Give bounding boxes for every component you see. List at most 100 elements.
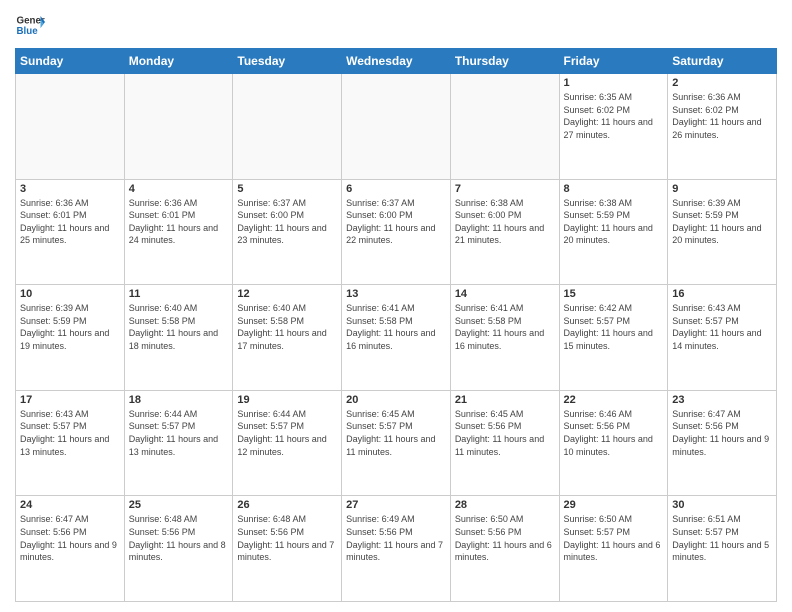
calendar-cell: 30 Sunrise: 6:51 AM Sunset: 5:57 PM Dayli…	[668, 496, 777, 602]
calendar-cell: 10 Sunrise: 6:39 AM Sunset: 5:59 PM Dayli…	[16, 285, 125, 391]
day-info: Sunrise: 6:36 AM Sunset: 6:01 PM Dayligh…	[20, 197, 120, 247]
week-row-4: 17 Sunrise: 6:43 AM Sunset: 5:57 PM Dayli…	[16, 390, 777, 496]
calendar-cell	[450, 74, 559, 180]
day-number: 4	[129, 183, 229, 195]
calendar-cell: 19 Sunrise: 6:44 AM Sunset: 5:57 PM Dayli…	[233, 390, 342, 496]
calendar-cell	[124, 74, 233, 180]
day-info: Sunrise: 6:43 AM Sunset: 5:57 PM Dayligh…	[672, 302, 772, 352]
calendar-cell: 7 Sunrise: 6:38 AM Sunset: 6:00 PM Daylig…	[450, 179, 559, 285]
day-info: Sunrise: 6:40 AM Sunset: 5:58 PM Dayligh…	[129, 302, 229, 352]
day-info: Sunrise: 6:48 AM Sunset: 5:56 PM Dayligh…	[129, 513, 229, 563]
day-number: 2	[672, 77, 772, 89]
weekday-header-saturday: Saturday	[668, 49, 777, 74]
day-info: Sunrise: 6:41 AM Sunset: 5:58 PM Dayligh…	[346, 302, 446, 352]
day-number: 29	[564, 499, 664, 511]
calendar-cell	[342, 74, 451, 180]
calendar-cell	[16, 74, 125, 180]
day-info: Sunrise: 6:42 AM Sunset: 5:57 PM Dayligh…	[564, 302, 664, 352]
day-info: Sunrise: 6:51 AM Sunset: 5:57 PM Dayligh…	[672, 513, 772, 563]
day-number: 5	[237, 183, 337, 195]
day-number: 26	[237, 499, 337, 511]
calendar-cell: 13 Sunrise: 6:41 AM Sunset: 5:58 PM Dayli…	[342, 285, 451, 391]
day-number: 7	[455, 183, 555, 195]
week-row-2: 3 Sunrise: 6:36 AM Sunset: 6:01 PM Daylig…	[16, 179, 777, 285]
day-number: 11	[129, 288, 229, 300]
day-info: Sunrise: 6:43 AM Sunset: 5:57 PM Dayligh…	[20, 408, 120, 458]
day-number: 6	[346, 183, 446, 195]
day-number: 23	[672, 394, 772, 406]
calendar-cell: 6 Sunrise: 6:37 AM Sunset: 6:00 PM Daylig…	[342, 179, 451, 285]
page: General Blue SundayMondayTuesdayWednesda…	[0, 0, 792, 612]
calendar-cell: 17 Sunrise: 6:43 AM Sunset: 5:57 PM Dayli…	[16, 390, 125, 496]
logo-icon: General Blue	[15, 10, 45, 40]
weekday-header-row: SundayMondayTuesdayWednesdayThursdayFrid…	[16, 49, 777, 74]
day-number: 9	[672, 183, 772, 195]
calendar-cell: 16 Sunrise: 6:43 AM Sunset: 5:57 PM Dayli…	[668, 285, 777, 391]
day-number: 13	[346, 288, 446, 300]
day-info: Sunrise: 6:50 AM Sunset: 5:56 PM Dayligh…	[455, 513, 555, 563]
calendar-table: SundayMondayTuesdayWednesdayThursdayFrid…	[15, 48, 777, 602]
day-number: 30	[672, 499, 772, 511]
calendar-cell: 5 Sunrise: 6:37 AM Sunset: 6:00 PM Daylig…	[233, 179, 342, 285]
calendar-cell: 26 Sunrise: 6:48 AM Sunset: 5:56 PM Dayli…	[233, 496, 342, 602]
day-info: Sunrise: 6:39 AM Sunset: 5:59 PM Dayligh…	[20, 302, 120, 352]
weekday-header-thursday: Thursday	[450, 49, 559, 74]
day-number: 19	[237, 394, 337, 406]
day-info: Sunrise: 6:45 AM Sunset: 5:56 PM Dayligh…	[455, 408, 555, 458]
day-info: Sunrise: 6:36 AM Sunset: 6:01 PM Dayligh…	[129, 197, 229, 247]
day-info: Sunrise: 6:47 AM Sunset: 5:56 PM Dayligh…	[20, 513, 120, 563]
calendar-cell: 21 Sunrise: 6:45 AM Sunset: 5:56 PM Dayli…	[450, 390, 559, 496]
day-number: 24	[20, 499, 120, 511]
header: General Blue	[15, 10, 777, 40]
day-number: 27	[346, 499, 446, 511]
day-number: 10	[20, 288, 120, 300]
day-number: 14	[455, 288, 555, 300]
calendar-cell: 18Sunrise: 6:44 AM Sunset: 5:57 PM Dayli…	[124, 390, 233, 496]
day-info: Sunrise: 6:41 AM Sunset: 5:58 PM Dayligh…	[455, 302, 555, 352]
calendar-cell: 23 Sunrise: 6:47 AM Sunset: 5:56 PM Dayli…	[668, 390, 777, 496]
day-number: 8	[564, 183, 664, 195]
day-number: 12	[237, 288, 337, 300]
day-number: 25	[129, 499, 229, 511]
day-info: Sunrise: 6:48 AM Sunset: 5:56 PM Dayligh…	[237, 513, 337, 563]
day-info: Sunrise: 6:49 AM Sunset: 5:56 PM Dayligh…	[346, 513, 446, 563]
calendar-cell: 8 Sunrise: 6:38 AM Sunset: 5:59 PM Daylig…	[559, 179, 668, 285]
weekday-header-tuesday: Tuesday	[233, 49, 342, 74]
week-row-3: 10 Sunrise: 6:39 AM Sunset: 5:59 PM Dayli…	[16, 285, 777, 391]
svg-text:Blue: Blue	[17, 26, 39, 37]
weekday-header-sunday: Sunday	[16, 49, 125, 74]
day-info: Sunrise: 6:37 AM Sunset: 6:00 PM Dayligh…	[237, 197, 337, 247]
calendar-cell: 12 Sunrise: 6:40 AM Sunset: 5:58 PM Dayli…	[233, 285, 342, 391]
week-row-1: 1Sunrise: 6:35 AM Sunset: 6:02 PM Daylig…	[16, 74, 777, 180]
calendar-cell: 11 Sunrise: 6:40 AM Sunset: 5:58 PM Dayli…	[124, 285, 233, 391]
calendar-cell: 20Sunrise: 6:45 AM Sunset: 5:57 PM Dayli…	[342, 390, 451, 496]
day-number: 3	[20, 183, 120, 195]
week-row-5: 24 Sunrise: 6:47 AM Sunset: 5:56 PM Dayli…	[16, 496, 777, 602]
day-info: Sunrise: 6:38 AM Sunset: 5:59 PM Dayligh…	[564, 197, 664, 247]
day-info: Sunrise: 6:40 AM Sunset: 5:58 PM Dayligh…	[237, 302, 337, 352]
day-info: Sunrise: 6:44 AM Sunset: 5:57 PM Dayligh…	[129, 408, 229, 458]
day-number: 21	[455, 394, 555, 406]
day-number: 20	[346, 394, 446, 406]
day-info: Sunrise: 6:50 AM Sunset: 5:57 PM Dayligh…	[564, 513, 664, 563]
day-number: 22	[564, 394, 664, 406]
day-info: Sunrise: 6:39 AM Sunset: 5:59 PM Dayligh…	[672, 197, 772, 247]
day-info: Sunrise: 6:38 AM Sunset: 6:00 PM Dayligh…	[455, 197, 555, 247]
logo: General Blue	[15, 10, 45, 40]
day-number: 16	[672, 288, 772, 300]
calendar-cell: 9 Sunrise: 6:39 AM Sunset: 5:59 PM Daylig…	[668, 179, 777, 285]
day-info: Sunrise: 6:37 AM Sunset: 6:00 PM Dayligh…	[346, 197, 446, 247]
day-number: 15	[564, 288, 664, 300]
day-info: Sunrise: 6:44 AM Sunset: 5:57 PM Dayligh…	[237, 408, 337, 458]
calendar-cell: 24 Sunrise: 6:47 AM Sunset: 5:56 PM Dayli…	[16, 496, 125, 602]
calendar-cell: 2Sunrise: 6:36 AM Sunset: 6:02 PM Daylig…	[668, 74, 777, 180]
weekday-header-monday: Monday	[124, 49, 233, 74]
calendar-cell: 22 Sunrise: 6:46 AM Sunset: 5:56 PM Dayli…	[559, 390, 668, 496]
day-number: 28	[455, 499, 555, 511]
day-info: Sunrise: 6:46 AM Sunset: 5:56 PM Dayligh…	[564, 408, 664, 458]
day-number: 17	[20, 394, 120, 406]
day-info: Sunrise: 6:47 AM Sunset: 5:56 PM Dayligh…	[672, 408, 772, 458]
calendar-cell: 27 Sunrise: 6:49 AM Sunset: 5:56 PM Dayli…	[342, 496, 451, 602]
calendar-cell: 15 Sunrise: 6:42 AM Sunset: 5:57 PM Dayli…	[559, 285, 668, 391]
calendar-cell: 4 Sunrise: 6:36 AM Sunset: 6:01 PM Daylig…	[124, 179, 233, 285]
